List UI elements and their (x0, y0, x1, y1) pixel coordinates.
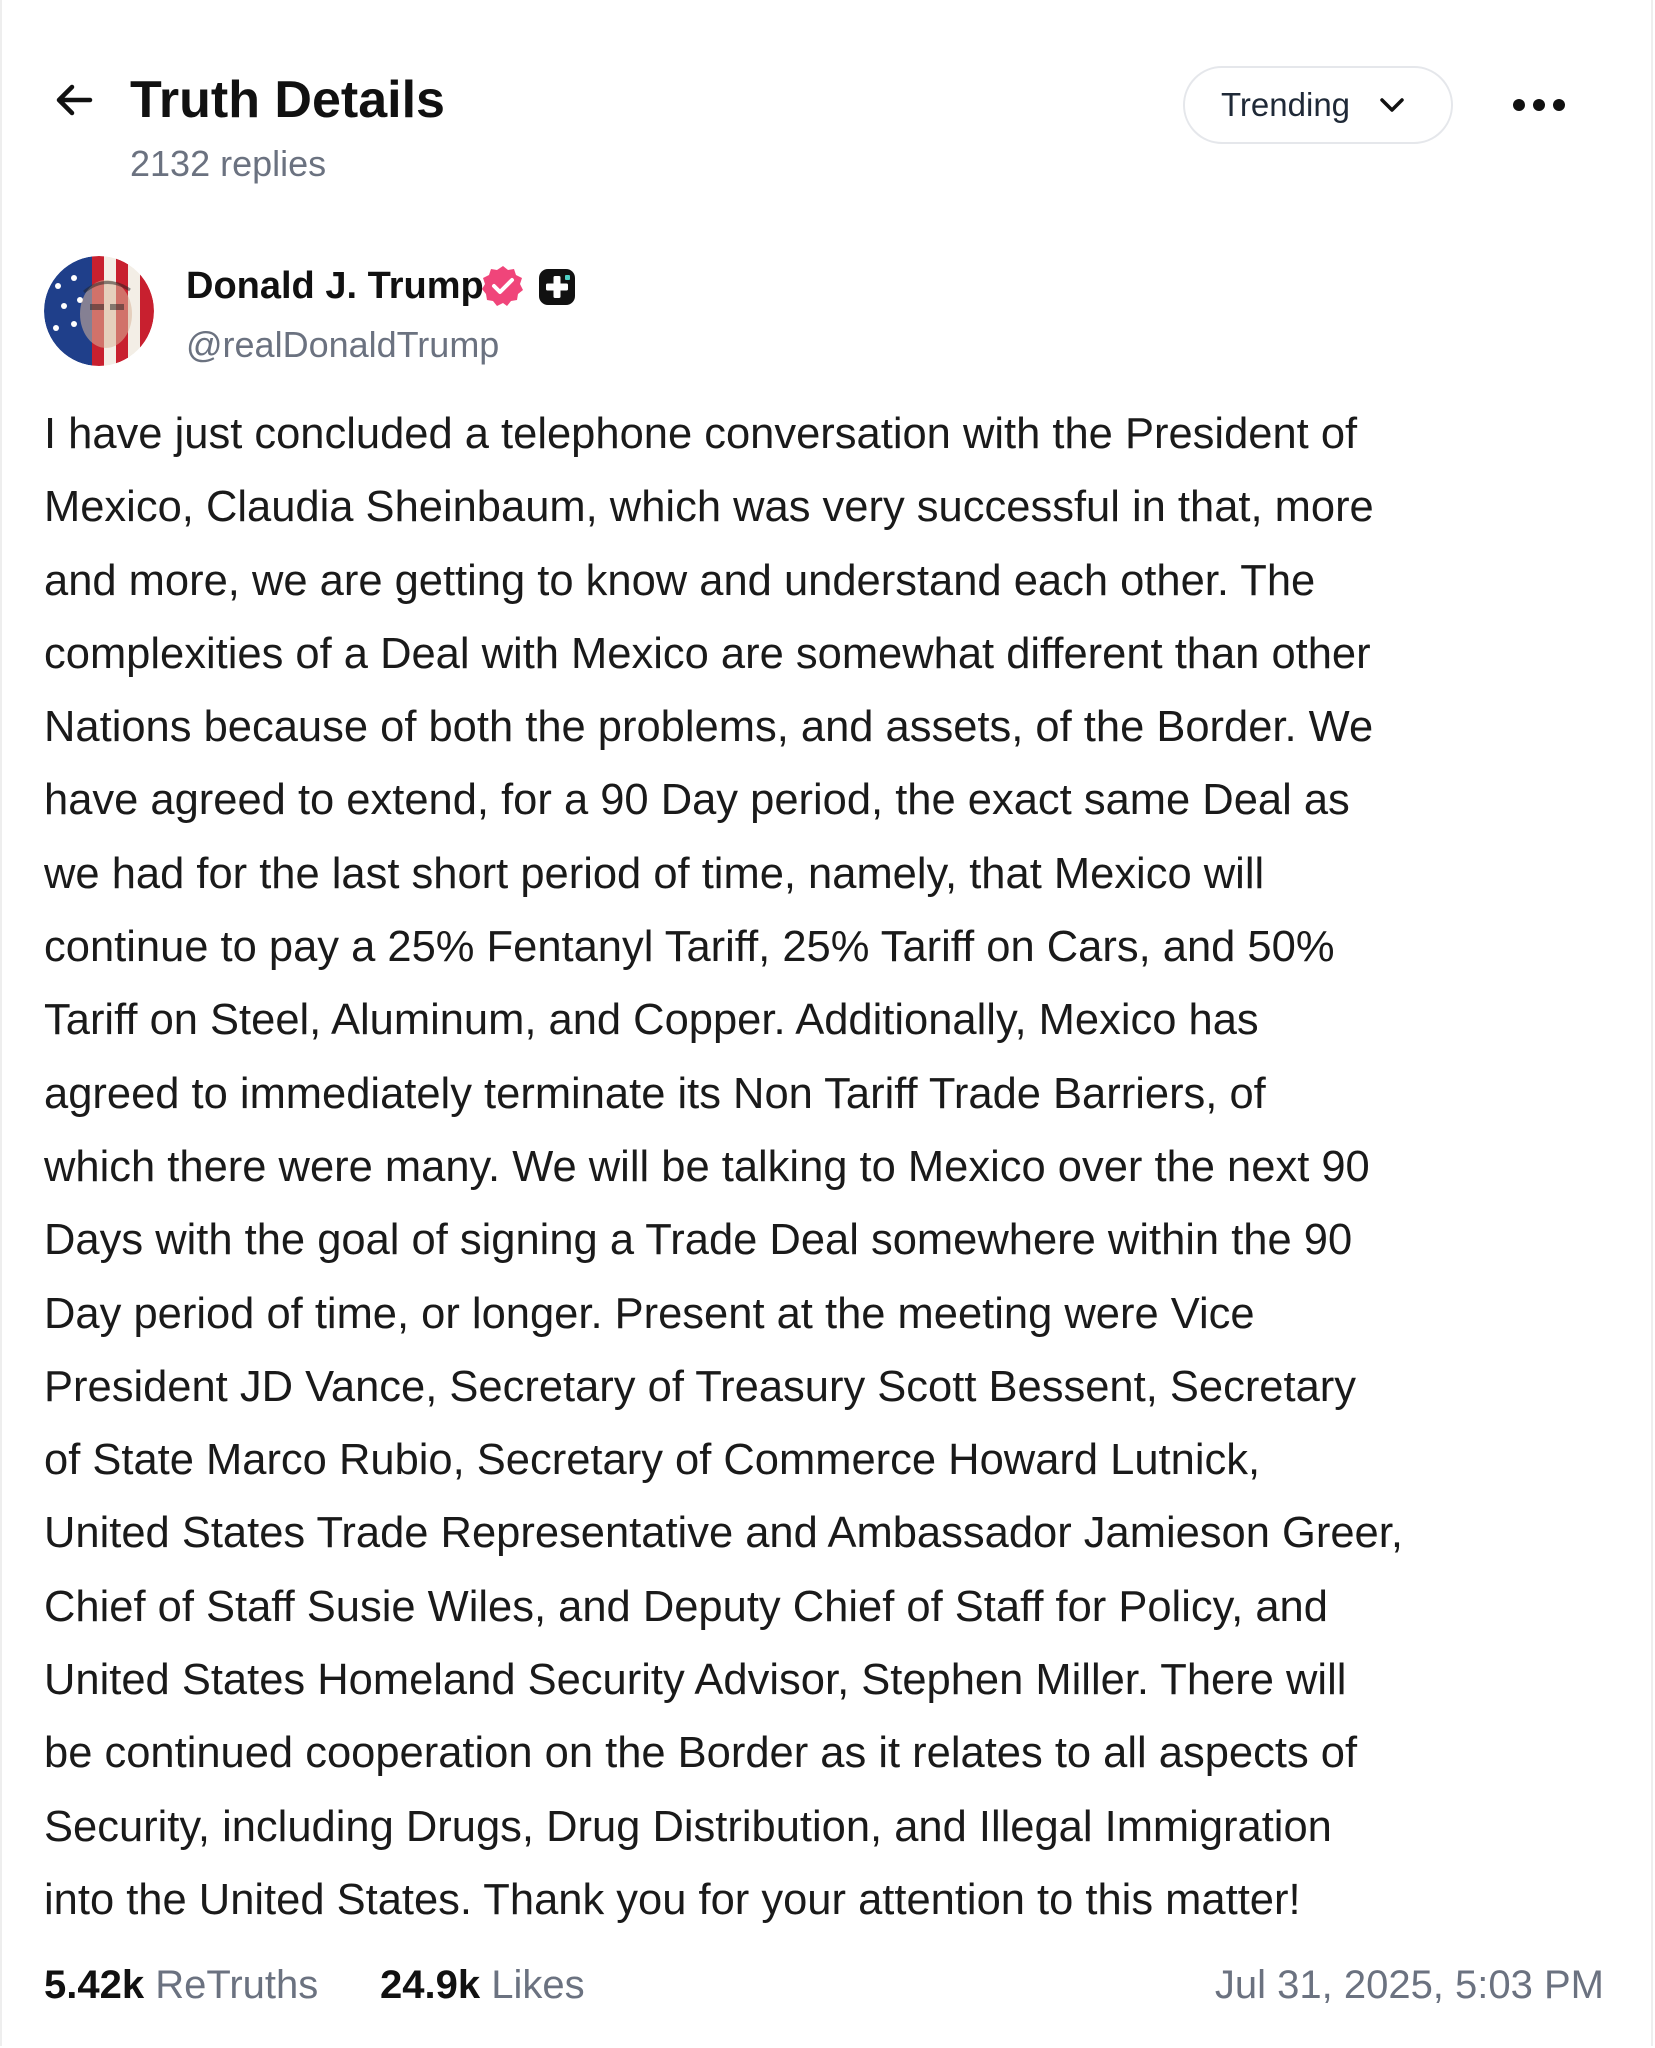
post-stats: 5.42k ReTruths 24.9k Likes Jul 31, 2025,… (44, 1955, 1604, 2015)
post-text-line: Tariff on Steel, Aluminum, and Copper. A… (44, 996, 1259, 1045)
retruths-count: 5.42k (44, 1963, 145, 2007)
post-text-line: Chief of Staff Susie Wiles, and Deputy C… (44, 1582, 1328, 1631)
reply-count: 2132 replies (130, 143, 327, 184)
post-text-line: Nations because of both the problems, an… (44, 703, 1374, 752)
more-options-button[interactable] (1504, 78, 1574, 132)
retruths-stat[interactable]: 5.42k ReTruths (44, 1955, 318, 2015)
post-text-line: Day period of time, or longer. Present a… (44, 1289, 1255, 1338)
post-text-line: of State Marco Rubio, Secretary of Comme… (44, 1436, 1261, 1485)
post-text-line: President JD Vance, Secretary of Treasur… (44, 1362, 1357, 1411)
likes-count: 24.9k (380, 1963, 481, 2007)
avatar[interactable] (44, 256, 154, 366)
likes-stat[interactable]: 24.9k Likes (380, 1955, 585, 2015)
post-text-line: be continued cooperation on the Border a… (44, 1729, 1358, 1778)
more-horizontal-icon (1513, 99, 1565, 111)
sort-dropdown[interactable]: Trending (1183, 66, 1453, 144)
arrow-left-icon (56, 84, 93, 116)
post-text-line: Security, including Drugs, Drug Distribu… (44, 1802, 1332, 1851)
sort-dropdown-label: Trending (1221, 86, 1351, 123)
post-body: I have just concluded a telephone conver… (44, 398, 1624, 1937)
page-title: Truth Details (130, 71, 445, 129)
author-handle[interactable]: @realDonaldTrump (186, 323, 499, 367)
back-button[interactable] (46, 72, 102, 128)
post-text-line: I have just concluded a telephone conver… (44, 410, 1358, 458)
avatar-image (44, 256, 154, 366)
verified-badge-icon (482, 266, 523, 306)
post-timestamp[interactable]: Jul 31, 2025, 5:03 PM (1215, 1955, 1604, 2015)
post-text-line: complexities of a Deal with Mexico are s… (44, 629, 1371, 678)
retruths-label: ReTruths (155, 1963, 319, 2007)
post-text-line: United States Trade Representative and A… (44, 1509, 1403, 1558)
post-text-line: agreed to immediately terminate its Non … (44, 1069, 1266, 1118)
post-text-line: United States Homeland Security Advisor,… (44, 1656, 1347, 1705)
post-text-line: Mexico, Claudia Sheinbaum, which was ver… (44, 483, 1374, 532)
post-text-line: Days with the goal of signing a Trade De… (44, 1216, 1353, 1265)
chevron-down-icon (1376, 89, 1408, 121)
plus-badge-icon (539, 269, 575, 305)
post-text-line: we had for the last short period of time… (44, 849, 1265, 898)
post-text-line: which there were many. We will be talkin… (44, 1142, 1370, 1191)
post-text-line: have agreed to extend, for a 90 Day peri… (44, 776, 1350, 825)
author-display-name[interactable]: Donald J. Trump (186, 263, 484, 309)
post-text-line: into the United States. Thank you for yo… (44, 1875, 1301, 1924)
page-header: Truth Details 2132 replies Trending (0, 0, 1655, 220)
post-text-line: continue to pay a 25% Fentanyl Tariff, 2… (44, 923, 1335, 972)
likes-label: Likes (491, 1963, 585, 2007)
post-text-line: and more, we are getting to know and und… (44, 556, 1316, 605)
